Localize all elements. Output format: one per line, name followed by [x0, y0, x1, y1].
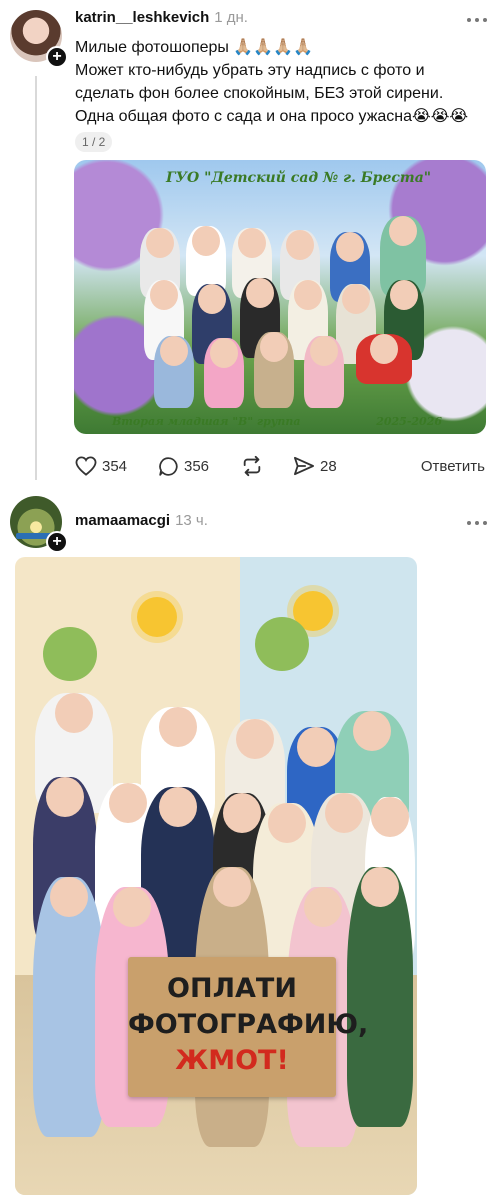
follow-plus-icon[interactable]: + [46, 46, 68, 68]
post-actions: 354 356 28 Ответить [75, 455, 495, 477]
username[interactable]: katrin__leshkevich [75, 9, 209, 26]
sign-text-line: ЖМОТ! [175, 1045, 289, 1076]
child-face [336, 232, 364, 262]
post-text: Милые фотошоперы 🙏🏼🙏🏼🙏🏼🙏🏼 Может кто-нибу… [75, 36, 495, 128]
like-count: 354 [102, 457, 128, 475]
tree-drawing [255, 617, 309, 671]
like-button[interactable]: 354 [75, 455, 127, 477]
share-count: 28 [320, 457, 337, 475]
post-text-line: Одна общая фото с сада и она просо ужасн… [75, 108, 469, 125]
follow-plus-icon[interactable]: + [46, 531, 68, 553]
child-face [370, 334, 398, 364]
page-indicator: 1 / 2 [75, 132, 113, 152]
child-face [236, 719, 274, 759]
timestamp: 1 дн. [214, 9, 248, 26]
child-face [294, 280, 322, 310]
child-face [371, 797, 409, 837]
child-face [223, 793, 261, 833]
child-face [325, 793, 363, 833]
child-face [210, 338, 238, 368]
comment-button[interactable]: 356 [158, 455, 209, 477]
child-face [50, 877, 88, 917]
child-face [198, 284, 226, 314]
post-photo[interactable]: ГУО "Детский сад № г. Бреста" Вторая мла… [74, 160, 486, 434]
child-face [389, 216, 417, 246]
share-icon [293, 456, 314, 476]
tree-drawing [43, 627, 97, 681]
post-text-line: Может кто-нибудь убрать эту надпись с фо… [75, 62, 425, 79]
child-face [342, 284, 370, 314]
child-face [260, 332, 288, 362]
post-text-line: сделать фон более спокойным, БЕЗ этой си… [75, 85, 444, 102]
post: + katrin__leshkevich 1 дн. Милые фотошопе… [0, 0, 504, 488]
child-face [304, 887, 342, 927]
child-face [361, 867, 399, 907]
photo-year-text: 2025-2026 [376, 415, 442, 428]
child-face [353, 711, 391, 751]
photo-title-text: ГУО "Детский сад № г. Бреста" [166, 170, 432, 186]
child-figure [254, 332, 294, 408]
child-face [238, 228, 266, 258]
child-figure [356, 334, 412, 384]
share-button[interactable]: 28 [293, 455, 337, 477]
repost-icon [243, 455, 261, 477]
heart-icon [75, 456, 97, 476]
child-face [192, 226, 220, 256]
child-figure [204, 338, 244, 408]
child-face [268, 803, 306, 843]
children-group [134, 208, 434, 408]
child-face [297, 727, 335, 767]
child-face [113, 887, 151, 927]
child-face [213, 867, 251, 907]
thread-line [35, 76, 37, 480]
timestamp: 13 ч. [175, 512, 208, 529]
child-face [146, 228, 174, 258]
child-face [46, 777, 84, 817]
username[interactable]: mamaamacgi [75, 512, 170, 529]
more-icon[interactable] [464, 10, 490, 30]
comment-icon [159, 456, 178, 476]
child-face [159, 707, 197, 747]
child-face [159, 787, 197, 827]
repost-button[interactable] [241, 455, 263, 477]
child-face [55, 693, 93, 733]
child-face [150, 280, 178, 310]
comment-count: 356 [184, 457, 210, 475]
child-face [390, 280, 418, 310]
child-face [109, 783, 147, 823]
sign-text-line: ОПЛАТИ [167, 973, 297, 1004]
post-text-line: Милые фотошоперы 🙏🏼🙏🏼🙏🏼🙏🏼 [75, 39, 314, 56]
child-figure [347, 867, 413, 1127]
child-face [160, 336, 188, 366]
cardboard-sign: ОПЛАТИ ФОТОГРАФИЮ, ЖМОТ! [128, 957, 369, 1097]
reply-button[interactable]: Ответить [421, 455, 485, 477]
post-header: katrin__leshkevich 1 дн. [75, 9, 248, 29]
more-icon[interactable] [464, 513, 490, 533]
sun-drawing [137, 597, 177, 637]
child-figure [304, 336, 344, 408]
photo-footer-text: Вторая младшая "В" группа [112, 415, 301, 428]
post-header: mamaamacgi 13 ч. [75, 512, 208, 532]
child-face [246, 278, 274, 308]
child-face [310, 336, 338, 366]
sign-text-line: ФОТОГРАФИЮ, [128, 1009, 369, 1040]
child-face [286, 230, 314, 260]
post-photo[interactable]: ОПЛАТИ ФОТОГРАФИЮ, ЖМОТ! [15, 557, 417, 1195]
child-figure [154, 336, 194, 408]
